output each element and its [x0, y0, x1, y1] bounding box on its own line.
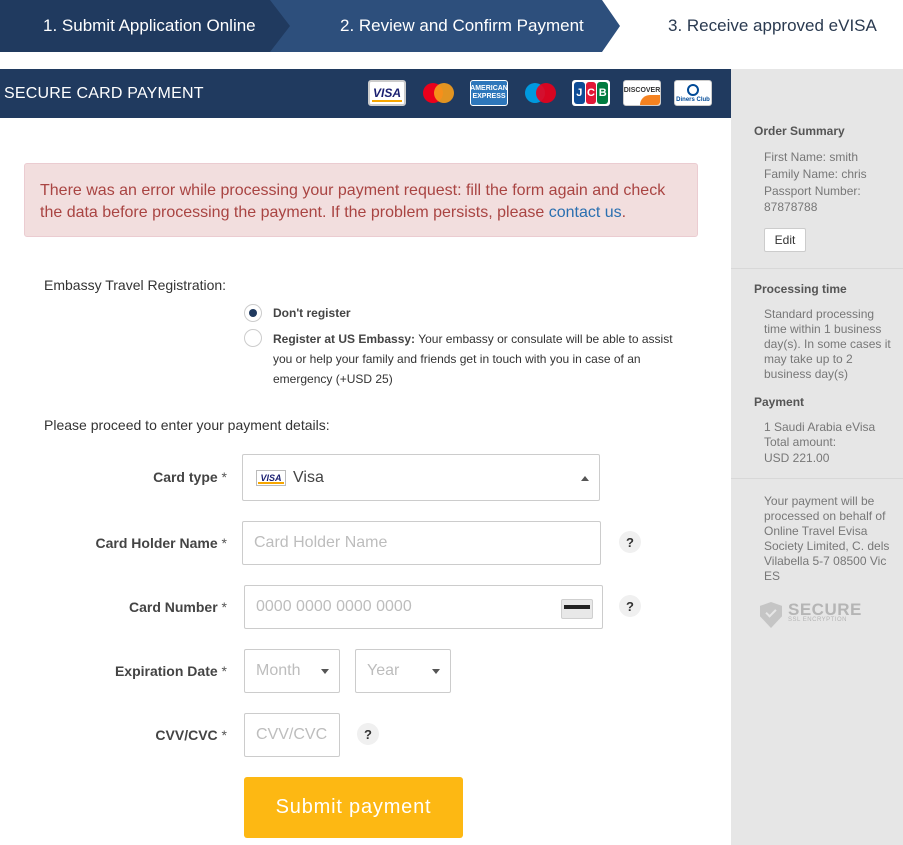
- jcb-logo: J C B: [572, 80, 610, 106]
- order-family-name: Family Name: chris: [764, 167, 867, 181]
- jcb-c: C: [585, 82, 597, 104]
- card-type-label: Card type *: [153, 469, 227, 485]
- order-passport-number: Passport Number: 87878788: [764, 184, 861, 214]
- error-tail: .: [621, 204, 627, 221]
- processing-time: Processing time Standard processing time…: [754, 282, 899, 382]
- cvv-label: CVV/CVC *: [155, 727, 227, 743]
- cvv-help-icon[interactable]: ?: [357, 723, 379, 745]
- expiry-month-placeholder: Month: [256, 662, 301, 679]
- card-holder-input[interactable]: Card Holder Name: [242, 521, 601, 565]
- diners-club-logo: Diners Club: [674, 80, 712, 106]
- discover-logo-text: DISCOVER: [623, 86, 661, 94]
- card-number-placeholder: 0000 0000 0000 0000: [256, 598, 412, 615]
- order-summary: Order Summary First Name: smith Family N…: [754, 124, 899, 215]
- expiry-month-select[interactable]: Month: [244, 649, 340, 693]
- discover-logo: DISCOVER: [623, 80, 661, 106]
- card-number-input[interactable]: 0000 0000 0000 0000: [244, 585, 603, 629]
- visa-logo-text: VISA: [372, 86, 401, 100]
- chevron-down-icon: [432, 669, 440, 674]
- jcb-b: B: [597, 82, 609, 104]
- card-holder-placeholder: Card Holder Name: [254, 534, 388, 551]
- step-3-label: 3. Receive approved eVISA: [668, 16, 877, 35]
- card-holder-help-icon[interactable]: ?: [619, 531, 641, 553]
- sidebar-divider: [731, 478, 903, 479]
- contact-us-link[interactable]: contact us: [549, 204, 622, 221]
- payment-summary-title: Payment: [754, 395, 805, 409]
- payment-summary: Payment 1 Saudi Arabia eVisa Total amoun…: [754, 395, 899, 466]
- card-number-label: Card Number *: [128, 599, 227, 615]
- progress-steps: 1. Submit Application Online 2. Review a…: [0, 0, 903, 52]
- order-first-name: First Name: smith: [764, 150, 859, 164]
- sidebar-divider: [731, 268, 903, 269]
- diners-logo-text: Diners Club: [676, 96, 710, 103]
- chevron-up-icon: [581, 475, 589, 481]
- processing-time-text: Standard processing time within 1 busine…: [764, 307, 891, 381]
- card-holder-label: Card Holder Name *: [95, 535, 228, 551]
- payment-title: SECURE CARD PAYMENT: [4, 84, 204, 102]
- embassy-registration-label: Embassy Travel Registration:: [44, 277, 227, 293]
- visa-icon: VISA: [256, 469, 286, 486]
- radio-dont-register-row[interactable]: Don't register: [244, 304, 351, 322]
- mastercard-logo: [419, 80, 457, 106]
- chevron-down-icon: [321, 669, 329, 674]
- radio-dont-register[interactable]: [244, 304, 262, 322]
- expiration-date-label: Expiration Date *: [114, 663, 227, 679]
- amex-logo: AMERICAN EXPRESS: [470, 80, 508, 106]
- jcb-j: J: [574, 82, 585, 104]
- payment-item: 1 Saudi Arabia eVisa: [764, 420, 876, 434]
- payment-behalf: Your payment will be processed on behalf…: [754, 494, 899, 584]
- payment-behalf-text: Your payment will be processed on behalf…: [764, 494, 890, 583]
- visa-logo: VISA: [368, 80, 406, 106]
- expiry-year-select[interactable]: Year: [355, 649, 451, 693]
- card-number-help-icon[interactable]: ?: [619, 595, 641, 617]
- card-type-value: Visa: [293, 468, 324, 486]
- secure-ssl-badge: SECURE SSL ENCRYPTION: [760, 600, 862, 628]
- payment-total-label: Total amount:: [764, 435, 837, 449]
- card-logos: VISA AMERICAN EXPRESS J C B DISCOVER Din…: [368, 80, 725, 106]
- secure-badge-word: SECURE: [788, 600, 862, 619]
- payment-total-amount: USD 221.00: [764, 451, 830, 465]
- radio-register-embassy-row[interactable]: Register at US Embassy: Your embassy or …: [244, 329, 674, 389]
- amex-logo-text: AMERICAN EXPRESS: [470, 85, 508, 100]
- step-1-label: 1. Submit Application Online: [43, 16, 256, 35]
- order-summary-title: Order Summary: [754, 124, 845, 138]
- cvv-placeholder: CVV/CVC: [256, 726, 328, 743]
- expiry-year-placeholder: Year: [367, 662, 400, 679]
- credit-card-icon: [561, 599, 593, 619]
- processing-time-title: Processing time: [754, 282, 847, 296]
- step-3: 3. Receive approved eVISA: [620, 0, 903, 52]
- payment-header: SECURE CARD PAYMENT VISA AMERICAN EXPRES…: [0, 69, 731, 118]
- radio-register-embassy[interactable]: [244, 329, 262, 347]
- step-2-label: 2. Review and Confirm Payment: [340, 16, 584, 35]
- submit-payment-button[interactable]: Submit payment: [244, 777, 463, 838]
- radio-dont-register-label: Don't register: [273, 306, 351, 320]
- payment-error-alert: There was an error while processing your…: [24, 163, 698, 237]
- edit-order-button[interactable]: Edit: [764, 228, 806, 252]
- card-type-select[interactable]: VISA Visa: [242, 454, 600, 501]
- shield-icon: [760, 602, 782, 628]
- radio-register-embassy-label: Register at US Embassy: Your embassy or …: [273, 332, 673, 386]
- step-2: 2. Review and Confirm Payment: [268, 0, 620, 52]
- payment-details-intro: Please proceed to enter your payment det…: [44, 417, 330, 433]
- maestro-logo: [521, 80, 559, 106]
- step-1: 1. Submit Application Online: [0, 0, 290, 52]
- cvv-input[interactable]: CVV/CVC: [244, 713, 340, 757]
